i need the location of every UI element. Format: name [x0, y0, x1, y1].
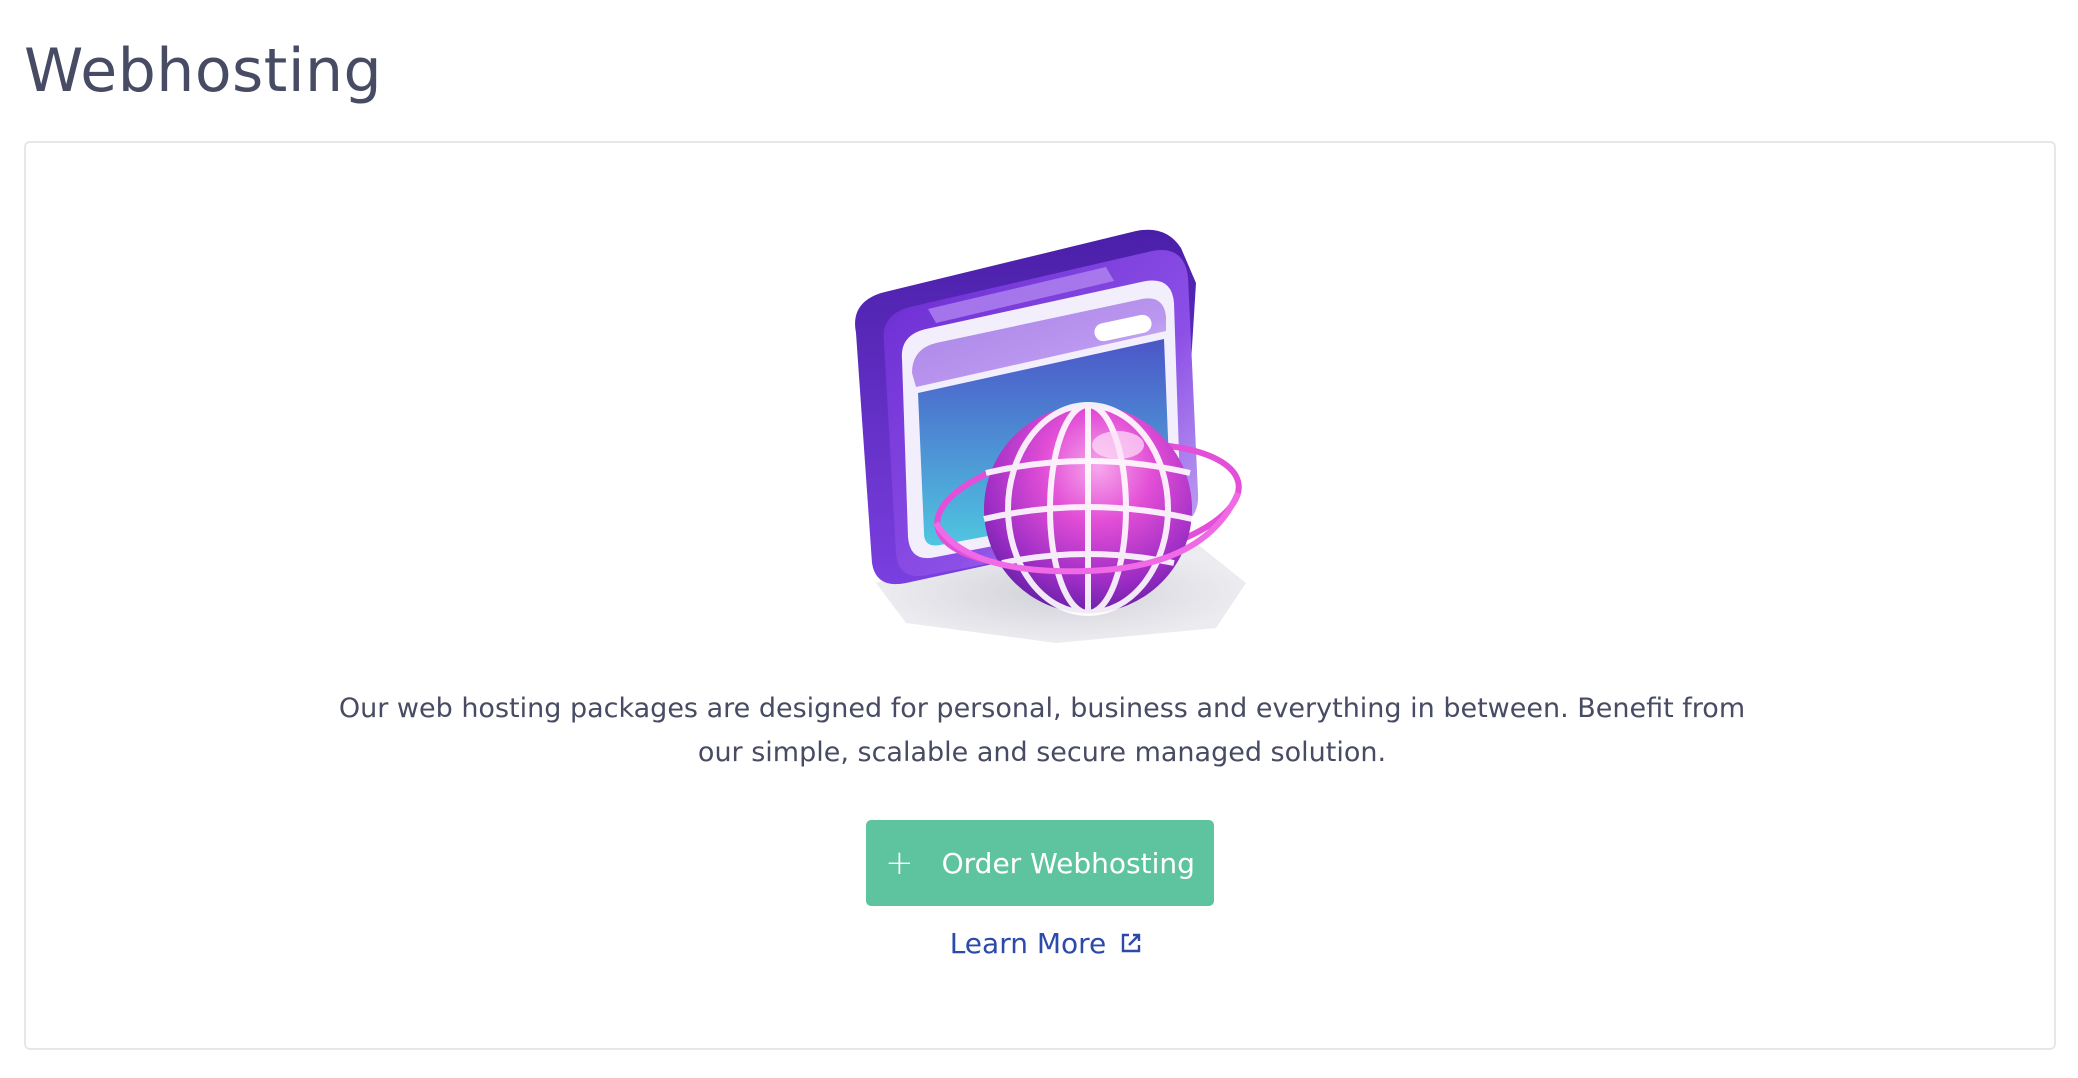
- globe-browser-illustration: [836, 223, 1276, 653]
- external-link-icon: [1120, 928, 1142, 953]
- order-webhosting-label: Order Webhosting: [941, 846, 1195, 880]
- webhosting-empty-state-card: Our web hosting packages are designed fo…: [24, 141, 2056, 1050]
- plus-icon: +: [885, 843, 914, 883]
- learn-more-link[interactable]: Learn More: [946, 918, 1146, 968]
- hosting-description: Our web hosting packages are designed fo…: [338, 693, 1746, 768]
- learn-more-label: Learn More: [949, 926, 1107, 960]
- order-webhosting-button[interactable]: + Order Webhosting: [866, 820, 1214, 906]
- page-title: Webhosting: [24, 36, 383, 106]
